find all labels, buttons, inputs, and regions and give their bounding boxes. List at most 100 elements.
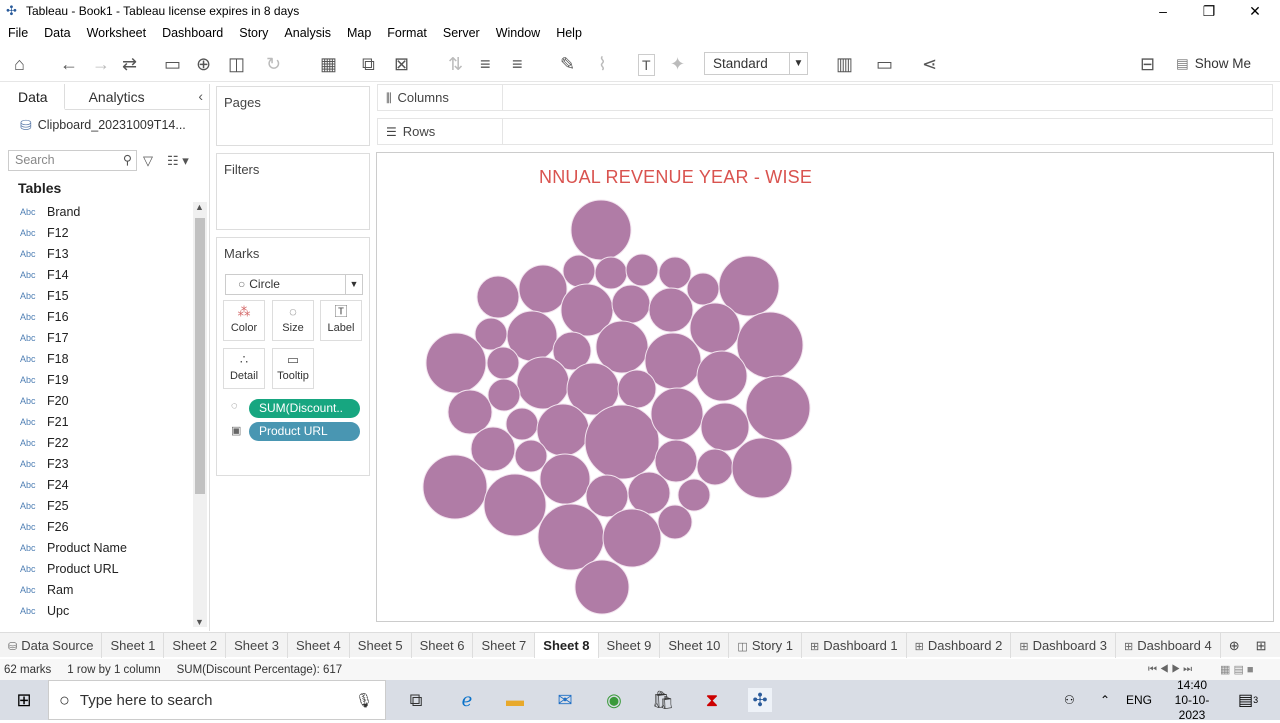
tab-sheet-9[interactable]: Sheet 9 [599,633,661,658]
field-brand[interactable]: AbcBrand [0,201,192,222]
field-f12[interactable]: AbcF12 [0,222,192,243]
tab-sheet-7[interactable]: Sheet 7 [473,633,535,658]
bubble-mark[interactable] [484,474,546,536]
home-icon[interactable]: ⌂ [14,54,25,74]
tab-sheet-6[interactable]: Sheet 6 [412,633,474,658]
bubble-mark[interactable] [488,379,520,411]
tab-dashboard-2[interactable]: ⊞Dashboard 2 [907,633,1012,658]
collapse-pane-icon[interactable]: ‹ [198,88,203,104]
pages-card[interactable]: Pages [216,86,370,146]
mail-icon[interactable]: ✉ [553,688,577,712]
data-source-item[interactable]: ⛁ Clipboard_20231009T14... [0,110,209,140]
field-product-url[interactable]: AbcProduct URL [0,558,192,579]
tab-sheet-4[interactable]: Sheet 4 [288,633,350,658]
group-members-icon[interactable]: ⌇ [598,54,607,74]
field-f23[interactable]: AbcF23 [0,453,192,474]
tableau-taskbar-icon[interactable]: ✣ [748,688,772,712]
label-button[interactable]: 🅃Label [320,300,362,341]
bubble-mark[interactable] [659,257,691,289]
chevron-up-icon[interactable]: ⌃ [1100,680,1110,720]
field-f17[interactable]: AbcF17 [0,327,192,348]
bubble-mark[interactable] [732,438,792,498]
presentation-mode-icon[interactable]: ▭ [876,54,893,74]
field-product-name[interactable]: AbcProduct Name [0,537,192,558]
undo-icon[interactable]: ← [60,54,78,74]
duplicate-sheet-icon[interactable]: ⧉ [362,54,375,74]
filters-card[interactable]: Filters [216,153,370,230]
field-upc[interactable]: AbcUpc [0,600,192,621]
fix-axes-icon[interactable]: ✦ [670,54,685,74]
bubble-mark[interactable] [487,347,519,379]
scrollbar-thumb[interactable] [195,218,205,494]
product-url-pill[interactable]: Product URL [249,422,360,441]
bubble-mark[interactable] [618,370,656,408]
tab-dashboard-1[interactable]: ⊞Dashboard 1 [802,633,907,658]
view-options-icon[interactable]: ☷ ▾ [167,153,189,169]
menu-analysis[interactable]: Analysis [284,26,331,40]
bubble-mark[interactable] [651,388,703,440]
field-f14[interactable]: AbcF14 [0,264,192,285]
field-f22[interactable]: AbcF22 [0,432,192,453]
scroll-up-icon[interactable]: ▲ [195,202,204,212]
bubble-mark[interactable] [690,303,740,353]
field-f25[interactable]: AbcF25 [0,495,192,516]
pause-updates-icon[interactable]: ◫ [228,54,245,74]
rows-shelf[interactable]: ☰Rows [377,118,1273,145]
menu-format[interactable]: Format [387,26,427,40]
save-icon[interactable]: ▭ [164,54,181,74]
bubble-mark[interactable] [423,455,487,519]
new-worksheet-tab-icon[interactable]: ⊕ [1221,633,1248,658]
sort-descending-icon[interactable]: ≡ [512,54,523,74]
fit-mode-select[interactable]: Standard ▼ [704,52,808,75]
view-mode-icons[interactable]: ▦ ▤ ■ [1220,663,1254,676]
redo-icon[interactable]: → [92,54,110,74]
bubble-mark[interactable] [658,505,692,539]
tab-sheet-5[interactable]: Sheet 5 [350,633,412,658]
menu-data[interactable]: Data [44,26,70,40]
windows-start-icon[interactable]: ⊞ [12,688,36,712]
field-ram[interactable]: AbcRam [0,579,192,600]
size-button[interactable]: ◌Size [272,300,314,341]
bubble-mark[interactable] [426,333,486,393]
bubble-mark[interactable] [540,454,590,504]
sort-ascending-icon[interactable]: ≡ [480,54,491,74]
show-cards-icon[interactable]: ▥ [836,54,853,74]
bubble-mark[interactable] [575,560,629,614]
menu-story[interactable]: Story [239,26,268,40]
tab-story-1[interactable]: ◫Story 1 [729,633,802,658]
show-mark-labels-icon[interactable]: T [638,54,655,76]
tab-sheet-2[interactable]: Sheet 2 [164,633,226,658]
microphone-icon[interactable]: 🎙 [355,692,373,709]
field-f21[interactable]: AbcF21 [0,411,192,432]
restore-button[interactable]: ❐ [1186,0,1232,22]
close-button[interactable]: ✕ [1232,0,1278,22]
tab-analytics[interactable]: Analytics [71,84,161,110]
bubble-mark[interactable] [746,376,810,440]
bubble-mark[interactable] [571,200,631,260]
menu-dashboard[interactable]: Dashboard [162,26,223,40]
file-explorer-icon[interactable]: ▬ [503,688,527,712]
bubble-mark[interactable] [515,440,547,472]
bubble-mark[interactable] [603,509,661,567]
bubble-mark[interactable] [477,276,519,318]
tab-sheet-8[interactable]: Sheet 8 [535,633,598,658]
bubble-mark[interactable] [448,390,492,434]
new-data-source-icon[interactable]: ⊕ [196,54,211,74]
bubble-mark[interactable] [697,351,747,401]
tab-sheet-3[interactable]: Sheet 3 [226,633,288,658]
mark-type-select[interactable]: ○Circle ▼ [225,274,363,295]
menu-server[interactable]: Server [443,26,480,40]
bubble-mark[interactable] [585,405,659,479]
bubble-mark[interactable] [628,472,670,514]
field-f26[interactable]: AbcF26 [0,516,192,537]
color-button[interactable]: ⁂Color [223,300,265,341]
field-f18[interactable]: AbcF18 [0,348,192,369]
columns-shelf[interactable]: ⫼Columns [377,84,1273,111]
bubble-mark[interactable] [737,312,803,378]
new-worksheet-icon[interactable]: ▦ [320,54,337,74]
menu-help[interactable]: Help [556,26,582,40]
acrobat-icon[interactable]: ⧗ [700,688,724,712]
menu-file[interactable]: File [8,26,28,40]
clock[interactable]: 14:40 10-10-2023 [1162,680,1222,720]
sum-discount-pill[interactable]: SUM(Discount.. [249,399,360,418]
